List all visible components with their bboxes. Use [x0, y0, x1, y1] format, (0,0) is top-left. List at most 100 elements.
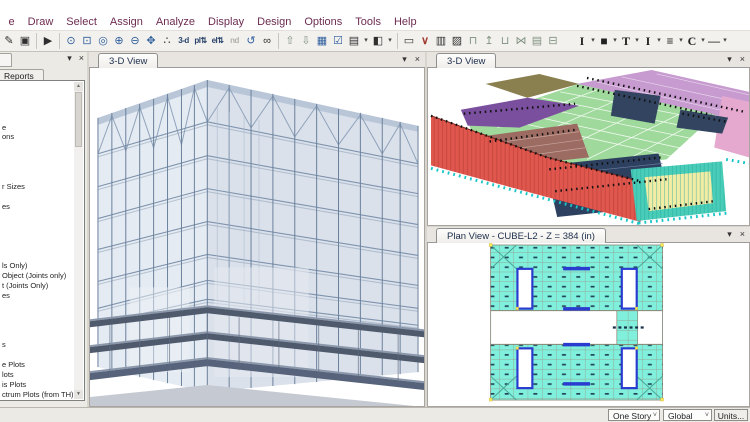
report-tree-item[interactable]: [2, 350, 73, 360]
draw-rect-icon[interactable]: ▭: [401, 31, 417, 51]
dropdown-caret-icon[interactable]: ▾: [699, 31, 707, 51]
reports-scrollbar[interactable]: ▲ ▼: [74, 82, 83, 399]
move-down-story-icon[interactable]: ⇩: [298, 31, 314, 51]
i-beam-section-icon[interactable]: Ι: [641, 31, 655, 51]
dropdown-caret-icon[interactable]: ▾: [362, 31, 370, 51]
menu-item[interactable]: Options: [298, 16, 349, 28]
menu-item[interactable]: Select: [60, 16, 104, 28]
report-tree-item[interactable]: [2, 152, 73, 162]
bar-section-icon[interactable]: —: [707, 31, 721, 51]
units-button[interactable]: Units...: [714, 409, 748, 421]
plan-view-icon[interactable]: pl⇅: [192, 31, 209, 51]
report-tree-item[interactable]: es: [2, 202, 73, 212]
zoom-previous-icon[interactable]: ◎: [95, 31, 111, 51]
elevation-view-icon[interactable]: el⇅: [209, 31, 226, 51]
pencil-icon[interactable]: ✎: [1, 31, 17, 51]
draw-joint-icon[interactable]: ↥: [481, 31, 497, 51]
menu-item[interactable]: Draw: [21, 16, 60, 28]
panel-menu-caret-icon[interactable]: ▾: [67, 53, 72, 64]
menu-item[interactable]: Analyze: [149, 16, 201, 28]
report-tree-item[interactable]: [2, 212, 73, 222]
draw-frame-icon[interactable]: ⊓: [465, 31, 481, 51]
pane-menu-caret-icon[interactable]: ▾: [727, 54, 732, 65]
draw-slab-icon[interactable]: ⊟: [545, 31, 561, 51]
draw-deck-icon[interactable]: ▨: [449, 31, 465, 51]
zoom-extents-icon[interactable]: ⊙: [63, 31, 79, 51]
named-display-icon[interactable]: nd: [226, 31, 243, 51]
report-tree-item[interactable]: [2, 251, 73, 261]
pane-close-icon[interactable]: ×: [740, 54, 745, 65]
channel-section-icon[interactable]: C: [685, 31, 699, 51]
report-tree-item[interactable]: [2, 231, 73, 241]
draw-wall-icon[interactable]: ⊔: [497, 31, 513, 51]
menu-item[interactable]: Assign: [103, 16, 149, 28]
report-tree-item[interactable]: ls Only): [2, 261, 73, 271]
coordinate-system-dropdown[interactable]: Global ˅: [663, 409, 712, 421]
report-tree-item[interactable]: r Sizes: [2, 182, 73, 192]
tab-3d-view-secondary[interactable]: 3-D View: [436, 53, 496, 68]
report-tree-item[interactable]: [2, 142, 73, 152]
main-3d-viewport[interactable]: [89, 68, 425, 407]
zoom-window-icon[interactable]: ⊡: [79, 31, 95, 51]
report-tree-item[interactable]: t (Joints Only): [2, 281, 73, 291]
pane-close-icon[interactable]: ×: [415, 54, 420, 65]
display-options-icon[interactable]: ☑: [330, 31, 346, 51]
panel-close-icon[interactable]: ×: [79, 53, 84, 64]
menu-item[interactable]: Help: [387, 16, 423, 28]
menu-item[interactable]: Display: [202, 16, 251, 28]
report-tree-item[interactable]: [2, 241, 73, 251]
report-tree-item[interactable]: [2, 93, 73, 103]
report-tree-item[interactable]: [2, 192, 73, 202]
report-tree-item[interactable]: [2, 113, 73, 123]
zoom-in-icon[interactable]: ⊕: [111, 31, 127, 51]
tab-plan-view[interactable]: Plan View - CUBE-L2 - Z = 384 (in): [436, 228, 606, 243]
sidebar-tab-stub[interactable]: [0, 53, 12, 67]
building-view-options-icon[interactable]: ▤: [346, 31, 362, 51]
report-tree-item[interactable]: es: [2, 291, 73, 301]
report-tree-item[interactable]: [2, 320, 73, 330]
run-analysis-icon[interactable]: ▶: [40, 31, 56, 51]
dropdown-caret-icon[interactable]: ▾: [677, 31, 685, 51]
draw-brace-icon[interactable]: ∨: [417, 31, 433, 51]
report-tree-item[interactable]: lots: [2, 370, 73, 380]
report-tree-item[interactable]: ctrum Plots (from TH): [2, 390, 73, 399]
report-tree-item[interactable]: [2, 83, 73, 93]
dropdown-caret-icon[interactable]: ▾: [386, 31, 394, 51]
dropdown-caret-icon[interactable]: ▾: [655, 31, 663, 51]
steel-i-section-icon[interactable]: I: [575, 31, 589, 51]
report-tree-item[interactable]: ons: [2, 132, 73, 142]
report-tree-item[interactable]: [2, 162, 73, 172]
object-shrink-icon[interactable]: ▦: [314, 31, 330, 51]
lock-icon[interactable]: ▣: [17, 31, 33, 51]
view-3d-icon[interactable]: 3-d: [175, 31, 192, 51]
report-tree-item[interactable]: s: [2, 340, 73, 350]
report-tree-item[interactable]: [2, 221, 73, 231]
report-tree-item[interactable]: [2, 301, 73, 311]
tab-3d-view[interactable]: 3-D View: [98, 53, 158, 68]
zoom-out-icon[interactable]: ⊖: [127, 31, 143, 51]
draw-ramp-icon[interactable]: ⋈: [513, 31, 529, 51]
pan-icon[interactable]: ✥: [143, 31, 159, 51]
menu-item[interactable]: Design: [251, 16, 298, 28]
rotate-3d-view-icon[interactable]: ↺: [243, 31, 259, 51]
report-tree-item[interactable]: [2, 103, 73, 113]
report-tree-item[interactable]: e: [2, 123, 73, 133]
report-tree-item[interactable]: Object (Joints only): [2, 271, 73, 281]
scrollbar-thumb[interactable]: [75, 92, 82, 147]
tee-section-icon[interactable]: T: [619, 31, 633, 51]
dropdown-caret-icon[interactable]: ▾: [589, 31, 597, 51]
menu-item[interactable]: e: [2, 16, 21, 28]
report-tree-item[interactable]: e Plots: [2, 360, 73, 370]
pane-close-icon[interactable]: ×: [740, 229, 745, 240]
snap-points-icon[interactable]: ∴: [159, 31, 175, 51]
deck-section-icon[interactable]: ≡: [663, 31, 677, 51]
dropdown-caret-icon[interactable]: ▾: [633, 31, 641, 51]
plan-viewport[interactable]: [427, 243, 750, 407]
story-selector-dropdown[interactable]: One Story ˅: [608, 409, 660, 421]
move-up-story-icon[interactable]: ⇧: [282, 31, 298, 51]
draw-floor-icon[interactable]: ▥: [433, 31, 449, 51]
scroll-up-icon[interactable]: ▲: [74, 82, 83, 91]
report-tree-item[interactable]: is Plots: [2, 380, 73, 390]
report-tree-item[interactable]: [2, 330, 73, 340]
pane-menu-caret-icon[interactable]: ▾: [727, 229, 732, 240]
